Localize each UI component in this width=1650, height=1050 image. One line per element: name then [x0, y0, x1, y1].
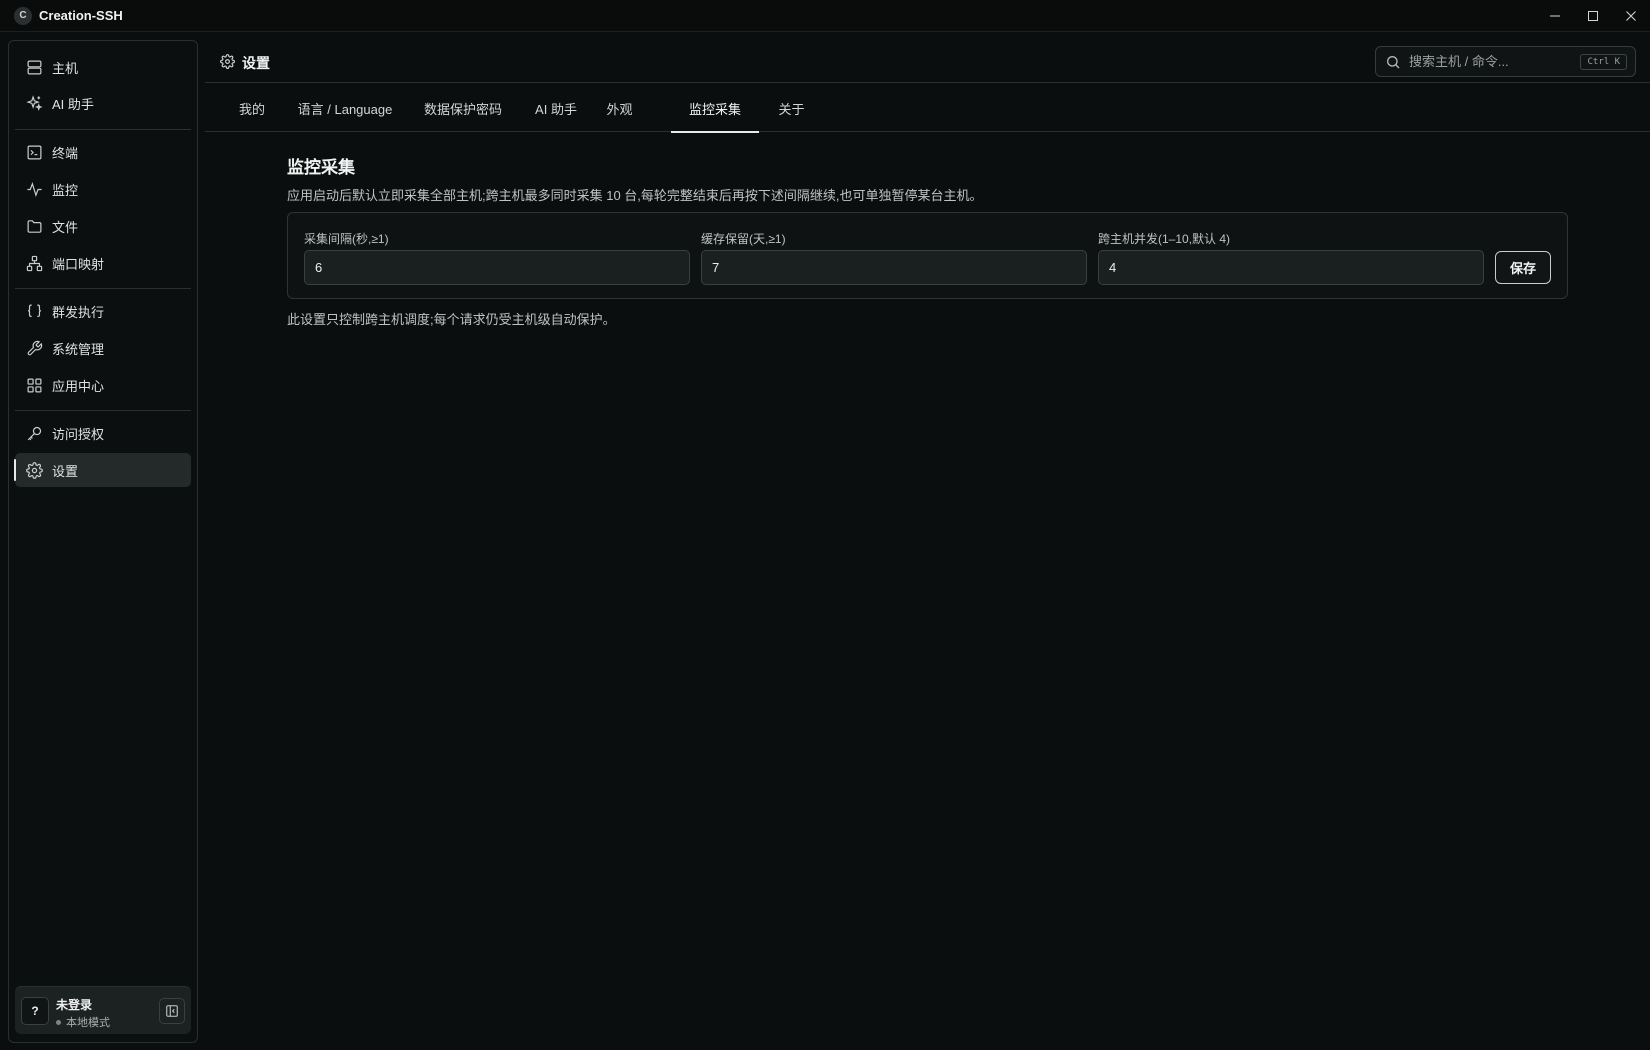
search-box[interactable]: Ctrl K: [1375, 46, 1636, 77]
tab-data-protection[interactable]: 数据保护密码: [411, 84, 515, 132]
window-controls: [1536, 0, 1650, 32]
account-panel[interactable]: ? 未登录 本地模式: [15, 986, 191, 1034]
monitor-settings-card: 采集间隔(秒,≥1) 6 缓存保留(天,≥1) 7 跨主机并发(1–10,默认 …: [287, 212, 1568, 299]
server-icon: [25, 58, 43, 76]
status-dot-icon: [56, 1019, 61, 1025]
account-name: 未登录: [56, 998, 93, 1012]
grid-icon: [25, 376, 43, 394]
folder-icon: [25, 217, 43, 235]
concurrency-input[interactable]: 4: [1098, 250, 1484, 285]
network-icon: [25, 254, 43, 272]
sidebar-item-label: 群发执行: [52, 304, 105, 320]
braces-icon: [25, 302, 43, 320]
section-description: 应用启动后默认立即采集全部主机;跨主机最多同时采集 10 台,每轮完整结束后再按…: [287, 188, 983, 203]
concurrency-label: 跨主机并发(1–10,默认 4): [1098, 232, 1231, 246]
sidebar-item-system-admin[interactable]: 系统管理: [15, 331, 191, 365]
sidebar-divider: [15, 410, 191, 411]
sidebar-item-label: 设置: [52, 463, 79, 479]
sidebar-item-hosts[interactable]: 主机: [15, 50, 191, 84]
sidebar: 主机 AI 助手 终端 监控 文件 端口映射 群发执行 系统管理 应用中心 访问…: [8, 40, 198, 1043]
sidebar-item-label: 监控: [52, 182, 79, 198]
gear-icon: [220, 54, 235, 69]
close-icon: [1626, 11, 1636, 21]
tab-ai-assistant[interactable]: AI 助手: [525, 84, 587, 132]
sidebar-item-label: 应用中心: [52, 378, 105, 394]
avatar[interactable]: ?: [21, 997, 49, 1025]
maximize-button[interactable]: [1574, 0, 1612, 32]
sidebar-item-port-forwarding[interactable]: 端口映射: [15, 246, 191, 280]
gear-icon: [25, 461, 43, 479]
sidebar-divider: [15, 288, 191, 289]
close-button[interactable]: [1612, 0, 1650, 32]
sidebar-collapse-icon: [166, 1005, 178, 1017]
sidebar-item-label: 文件: [52, 219, 79, 235]
save-button[interactable]: 保存: [1495, 251, 1551, 284]
minimize-button[interactable]: [1536, 0, 1574, 32]
interval-label: 采集间隔(秒,≥1): [304, 232, 389, 246]
app-title: Creation-SSH: [39, 8, 123, 23]
retention-label: 缓存保留(天,≥1): [701, 232, 786, 246]
wrench-icon: [25, 339, 43, 357]
app-logo-icon: C: [14, 6, 32, 25]
title-bar: C Creation-SSH: [0, 0, 1650, 32]
tab-monitor-collection[interactable]: 监控采集: [671, 84, 759, 133]
sidebar-item-app-center[interactable]: 应用中心: [15, 368, 191, 402]
settings-footnote: 此设置只控制跨主机调度;每个请求仍受主机级自动保护。: [287, 312, 616, 327]
tab-mine[interactable]: 我的: [225, 84, 279, 132]
sidebar-item-batch-exec[interactable]: 群发执行: [15, 294, 191, 328]
account-mode-label: 本地模式: [66, 1017, 110, 1029]
sidebar-item-monitor[interactable]: 监控: [15, 172, 191, 206]
sidebar-item-label: 终端: [52, 145, 79, 161]
shortcut-badge: Ctrl K: [1580, 54, 1627, 70]
account-mode: 本地模式: [56, 1014, 110, 1030]
page-header: 设置 Ctrl K: [205, 40, 1650, 83]
key-icon: [25, 424, 43, 442]
maximize-icon: [1588, 11, 1598, 21]
search-icon: [1387, 55, 1400, 68]
sidebar-item-label: 系统管理: [52, 341, 105, 357]
minimize-icon: [1550, 15, 1560, 17]
sidebar-divider: [15, 129, 191, 130]
sidebar-item-label: 端口映射: [52, 256, 105, 272]
collapse-sidebar-button[interactable]: [159, 998, 185, 1024]
tab-appearance[interactable]: 外观: [597, 84, 642, 132]
sidebar-item-label: AI 助手: [52, 96, 94, 112]
sidebar-item-ai-assistant[interactable]: AI 助手: [15, 86, 191, 120]
settings-tabs: 我的 语言 / Language 数据保护密码 AI 助手 外观 监控采集 关于: [205, 84, 1650, 133]
retention-input[interactable]: 7: [701, 250, 1087, 285]
interval-input[interactable]: 6: [304, 250, 690, 285]
sidebar-item-label: 访问授权: [52, 426, 105, 442]
terminal-icon: [25, 143, 43, 161]
sidebar-item-access-auth[interactable]: 访问授权: [15, 416, 191, 450]
sidebar-item-label: 主机: [52, 60, 79, 76]
tab-about[interactable]: 关于: [769, 84, 814, 132]
sidebar-item-files[interactable]: 文件: [15, 209, 191, 243]
tab-language[interactable]: 语言 / Language: [289, 84, 401, 132]
activity-icon: [25, 180, 43, 198]
sidebar-item-terminal[interactable]: 终端: [15, 135, 191, 169]
search-input[interactable]: [1409, 54, 1569, 69]
sidebar-item-settings[interactable]: 设置: [14, 453, 191, 487]
page-title: 设置: [242, 55, 270, 71]
sparkles-icon: [25, 94, 43, 112]
section-title: 监控采集: [287, 158, 355, 177]
